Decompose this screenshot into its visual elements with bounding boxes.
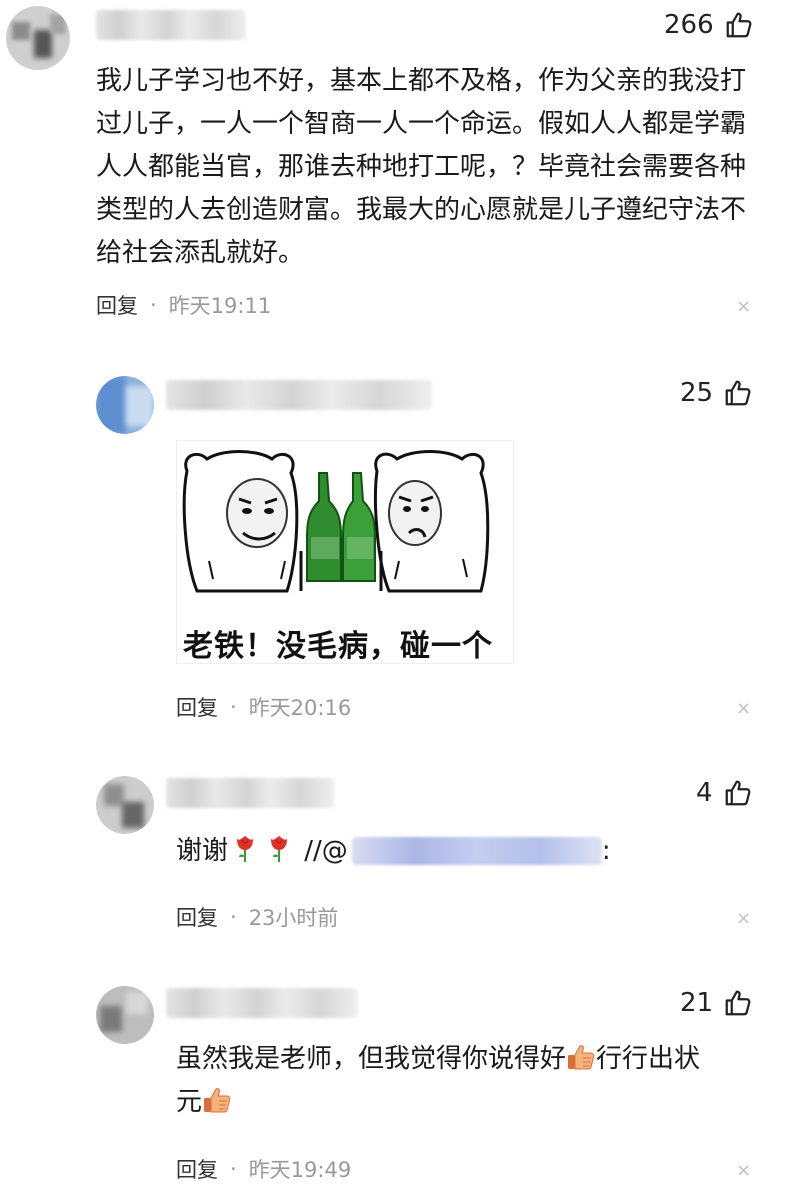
separator-dot: ·	[150, 293, 157, 317]
close-icon[interactable]: ×	[736, 1160, 751, 1181]
close-icon[interactable]: ×	[736, 908, 751, 929]
like-count: 266	[664, 10, 714, 40]
rose-emoji-icon	[268, 835, 290, 863]
username-blurred[interactable]	[166, 778, 334, 808]
comment-text-prefix: 谢谢	[176, 836, 229, 866]
username-blurred[interactable]	[96, 10, 246, 40]
avatar[interactable]	[96, 376, 154, 434]
avatar[interactable]	[6, 6, 70, 70]
thumbs-up-icon	[723, 378, 753, 408]
like-button[interactable]: 4	[696, 778, 753, 808]
comment-text-c: 元	[176, 1087, 203, 1117]
sticker-caption: 老铁！没毛病，碰一个	[183, 629, 493, 664]
close-icon[interactable]: ×	[736, 698, 751, 719]
timestamp: 昨天19:49	[248, 1158, 352, 1182]
mention-blurred[interactable]	[351, 837, 602, 865]
comment-text: 我儿子学习也不好，基本上都不及格，作为父亲的我没打过儿子，一人一个智商一人一个命…	[96, 66, 747, 268]
username-blurred[interactable]	[166, 988, 358, 1018]
comment-text-a: 虽然我是老师，但我觉得你说得好	[176, 1044, 567, 1074]
reply-button[interactable]: 回复	[176, 1154, 218, 1184]
separator-dot: ·	[230, 905, 237, 929]
reply-button[interactable]: 回复	[176, 692, 218, 722]
avatar[interactable]	[96, 986, 154, 1044]
thumbs-up-icon	[723, 988, 753, 1018]
like-count: 21	[680, 988, 714, 1018]
comment-text-suffix: :	[601, 836, 611, 866]
thumbs-up-emoji-icon	[202, 1085, 232, 1115]
timestamp: 23小时前	[248, 906, 339, 930]
separator-dot: ·	[230, 1157, 237, 1181]
separator-dot: ·	[230, 695, 237, 719]
like-button[interactable]: 266	[664, 10, 754, 40]
thumbs-up-icon	[724, 10, 754, 40]
meme-sticker-image[interactable]: 老铁！没毛病，碰一个	[176, 440, 514, 664]
reply-button[interactable]: 回复	[96, 290, 138, 320]
comment-text: 虽然我是老师，但我觉得你说得好 行行出状元	[176, 1038, 776, 1124]
timestamp: 昨天19:11	[168, 294, 272, 318]
thumbs-up-emoji-icon	[566, 1042, 596, 1072]
thumbs-up-icon	[723, 778, 753, 808]
comment-text-b: 行行出状	[596, 1044, 701, 1074]
comment-text: 谢谢 //@:	[176, 830, 736, 873]
avatar[interactable]	[96, 776, 154, 834]
username-blurred[interactable]	[166, 380, 432, 410]
timestamp: 昨天20:16	[248, 696, 352, 720]
repost-marker: //@	[296, 836, 348, 866]
rose-emoji-icon	[234, 835, 256, 863]
like-count: 4	[696, 778, 713, 808]
close-icon[interactable]: ×	[736, 296, 751, 317]
like-button[interactable]: 21	[680, 988, 753, 1018]
like-count: 25	[680, 378, 714, 408]
like-button[interactable]: 25	[680, 378, 753, 408]
reply-button[interactable]: 回复	[176, 902, 218, 932]
